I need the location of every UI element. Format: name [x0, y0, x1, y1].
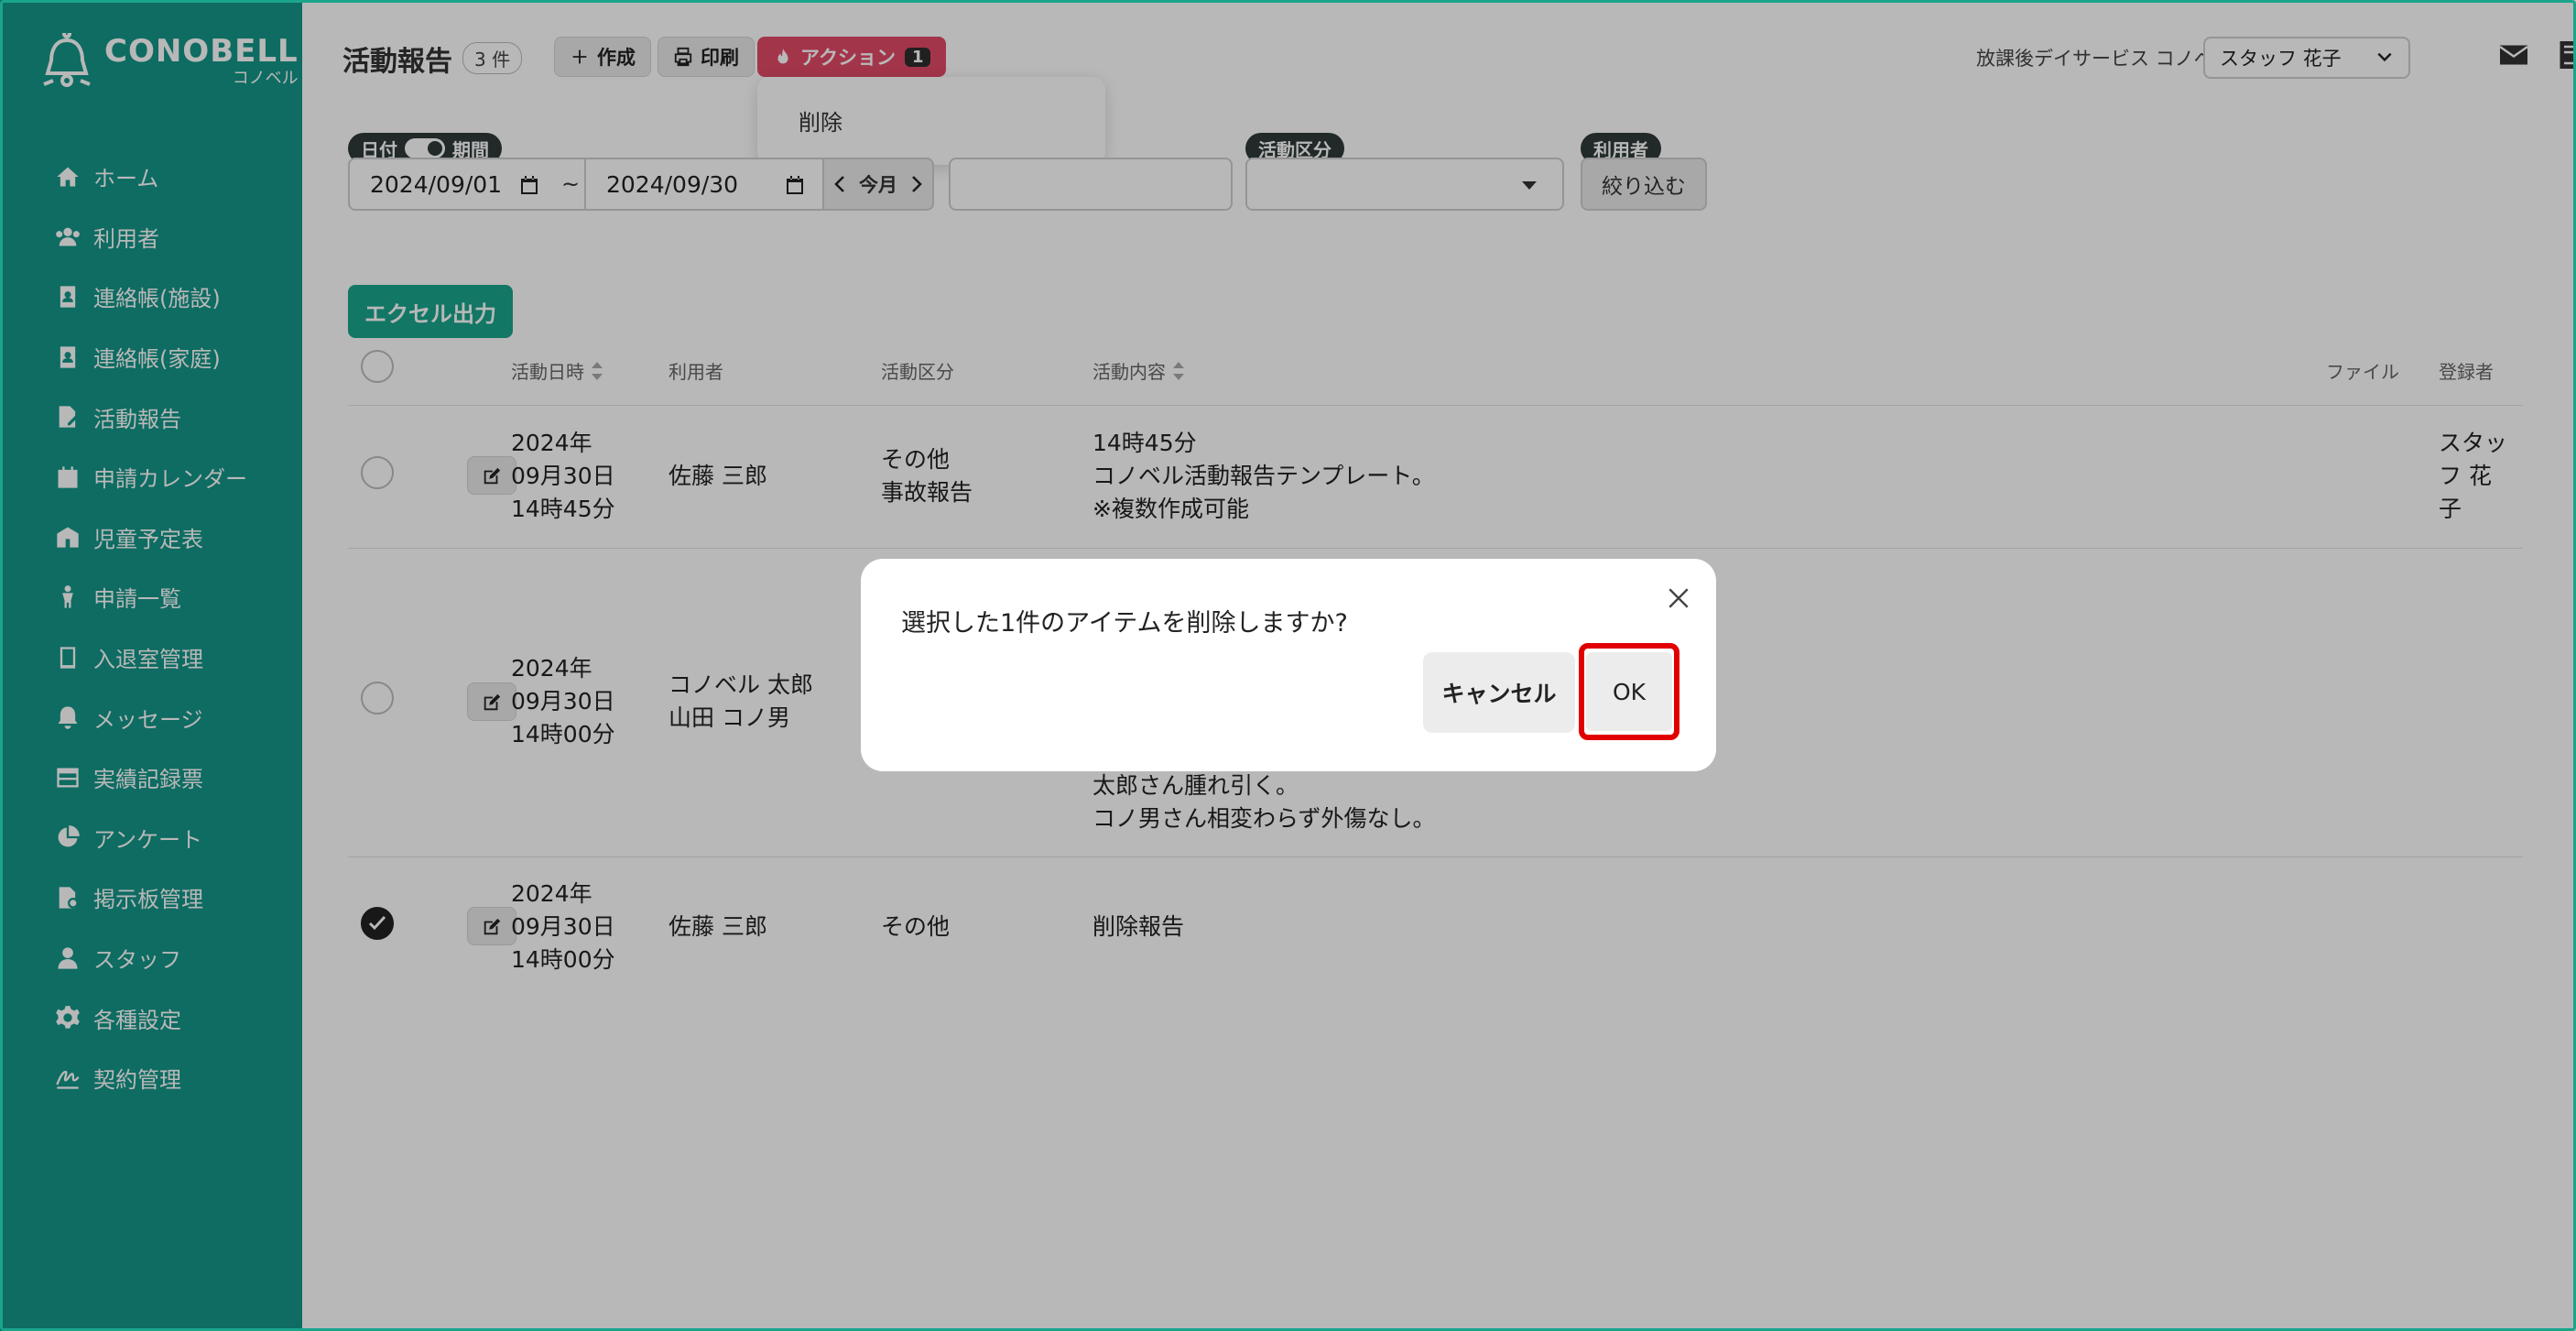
cancel-button[interactable]: キャンセル: [1423, 652, 1575, 733]
close-icon[interactable]: [1667, 586, 1690, 610]
ok-button[interactable]: OK: [1586, 652, 1672, 731]
dialog-message: 選択した1件のアイテムを削除しますか?: [901, 609, 1348, 638]
ok-button-highlight: OK: [1579, 643, 1679, 740]
delete-confirm-dialog: 選択した1件のアイテムを削除しますか? キャンセル OK: [861, 559, 1716, 771]
